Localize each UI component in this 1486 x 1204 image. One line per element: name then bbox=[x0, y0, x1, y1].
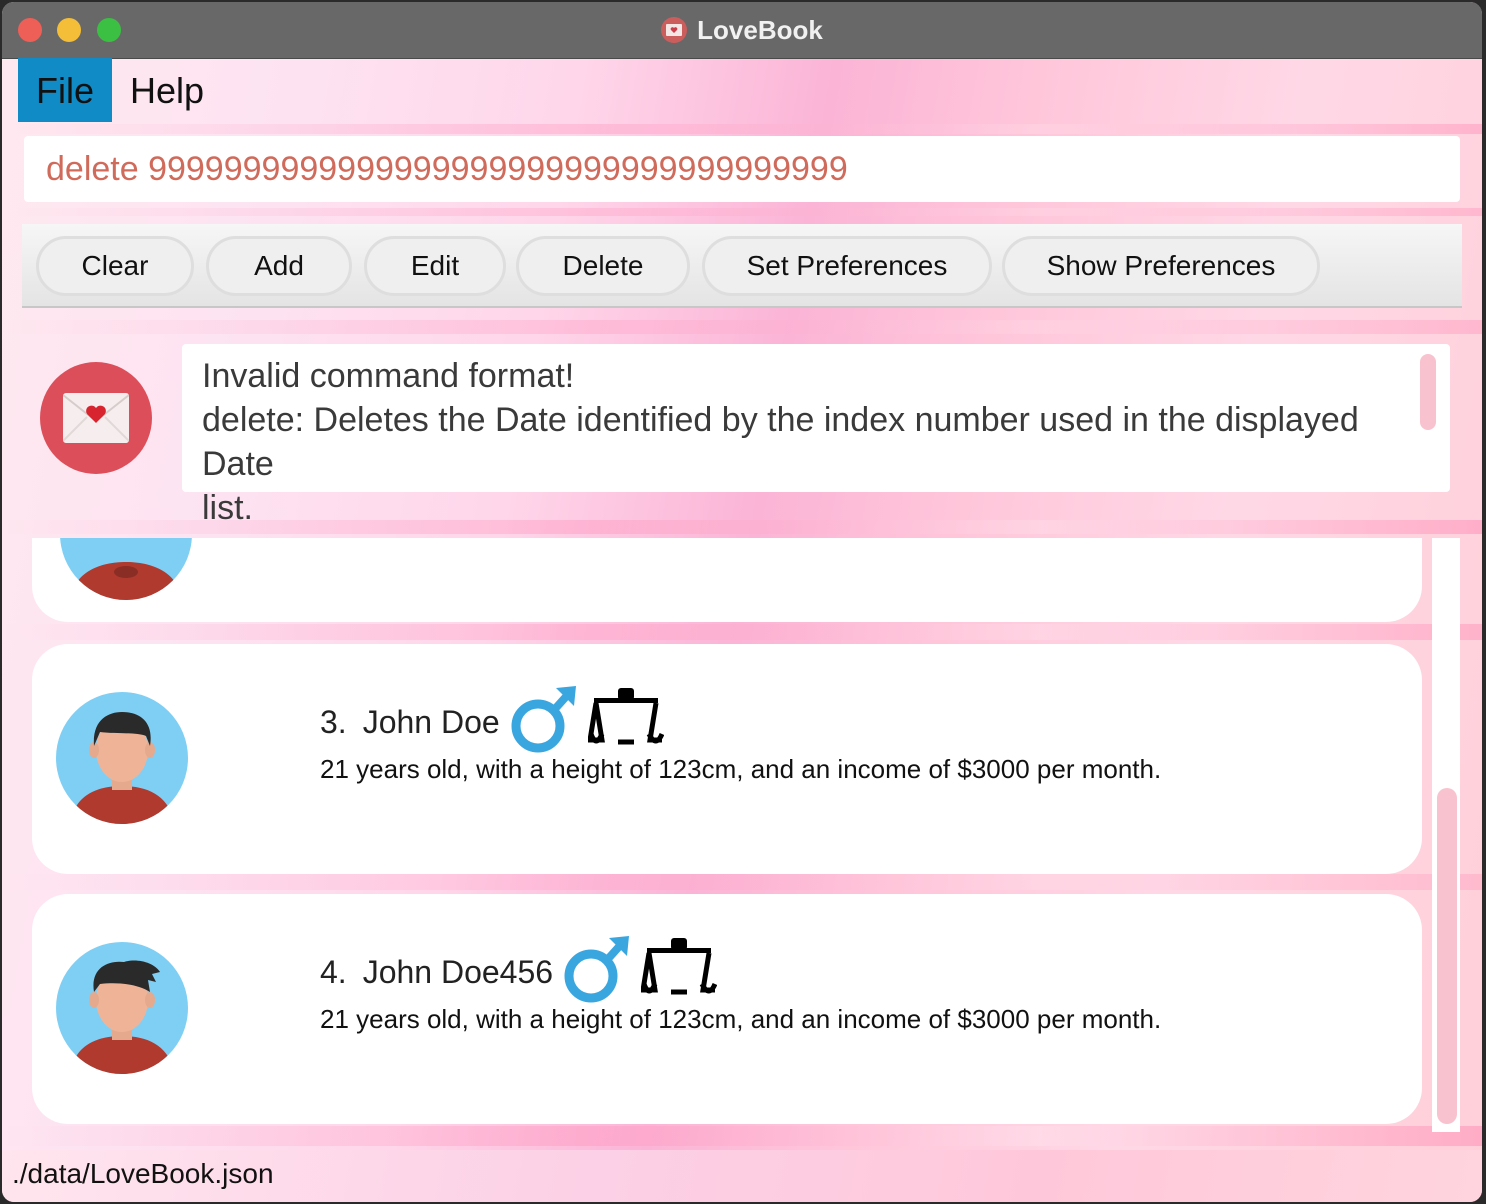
show-preferences-button[interactable]: Show Preferences bbox=[1002, 236, 1320, 296]
result-scrollbar[interactable] bbox=[1420, 354, 1436, 430]
menu-bar: File Help bbox=[18, 58, 222, 122]
male-icon bbox=[508, 682, 580, 762]
window-title: LoveBook bbox=[697, 14, 823, 45]
menu-file[interactable]: File bbox=[18, 58, 113, 122]
male-icon bbox=[561, 932, 633, 1012]
avatar bbox=[60, 538, 192, 600]
edit-button[interactable]: Edit bbox=[364, 236, 506, 296]
list-scrollbar-thumb[interactable] bbox=[1437, 788, 1457, 1124]
list-item[interactable] bbox=[32, 538, 1422, 622]
set-preferences-button[interactable]: Set Preferences bbox=[702, 236, 992, 296]
date-name: John Doe bbox=[362, 703, 500, 740]
result-line: list. bbox=[202, 489, 253, 527]
avatar bbox=[56, 692, 188, 824]
clear-button[interactable]: Clear bbox=[36, 236, 194, 296]
status-file-path: ./data/LoveBook.json bbox=[12, 1158, 274, 1189]
list-item[interactable]: 3. John Doe 21 years old, with a height … bbox=[32, 644, 1422, 874]
date-description: 21 years old, with a height of 123cm, an… bbox=[320, 1004, 1162, 1034]
mail-icon bbox=[40, 362, 152, 474]
result-area: Invalid command format! delete: Deletes … bbox=[2, 332, 1482, 527]
app-logo-icon bbox=[661, 17, 688, 43]
add-button[interactable]: Add bbox=[206, 236, 352, 296]
toolbar: Clear Add Edit Delete Set Preferences Sh… bbox=[22, 224, 1462, 308]
date-list: 3. John Doe 21 years old, with a height … bbox=[2, 538, 1482, 1138]
list-item[interactable]: 4. John Doe456 21 years old, with a heig… bbox=[32, 894, 1422, 1124]
delete-button[interactable]: Delete bbox=[516, 236, 690, 296]
result-line: delete: Deletes the Date identified by t… bbox=[202, 401, 1359, 483]
date-index: 3. bbox=[320, 703, 347, 740]
result-line: Invalid command format! bbox=[202, 357, 575, 395]
result-display: Invalid command format! delete: Deletes … bbox=[182, 344, 1450, 527]
date-name-row: 4. John Doe456 bbox=[320, 932, 718, 1012]
command-input[interactable]: delete 999999999999999999999999999999999… bbox=[24, 136, 1460, 202]
libra-icon bbox=[640, 936, 718, 1008]
app-window: LoveBook File Help delete 99999999999999… bbox=[2, 2, 1482, 1202]
avatar bbox=[56, 942, 188, 1074]
menu-help[interactable]: Help bbox=[112, 58, 222, 122]
date-index: 4. bbox=[320, 953, 347, 990]
status-bar: ./data/LoveBook.json bbox=[2, 1150, 1482, 1202]
date-name-row: 3. John Doe bbox=[320, 682, 664, 762]
libra-icon bbox=[586, 686, 664, 758]
date-description: 21 years old, with a height of 123cm, an… bbox=[320, 754, 1162, 784]
title-bar: LoveBook bbox=[2, 2, 1482, 59]
date-name: John Doe456 bbox=[362, 953, 554, 990]
